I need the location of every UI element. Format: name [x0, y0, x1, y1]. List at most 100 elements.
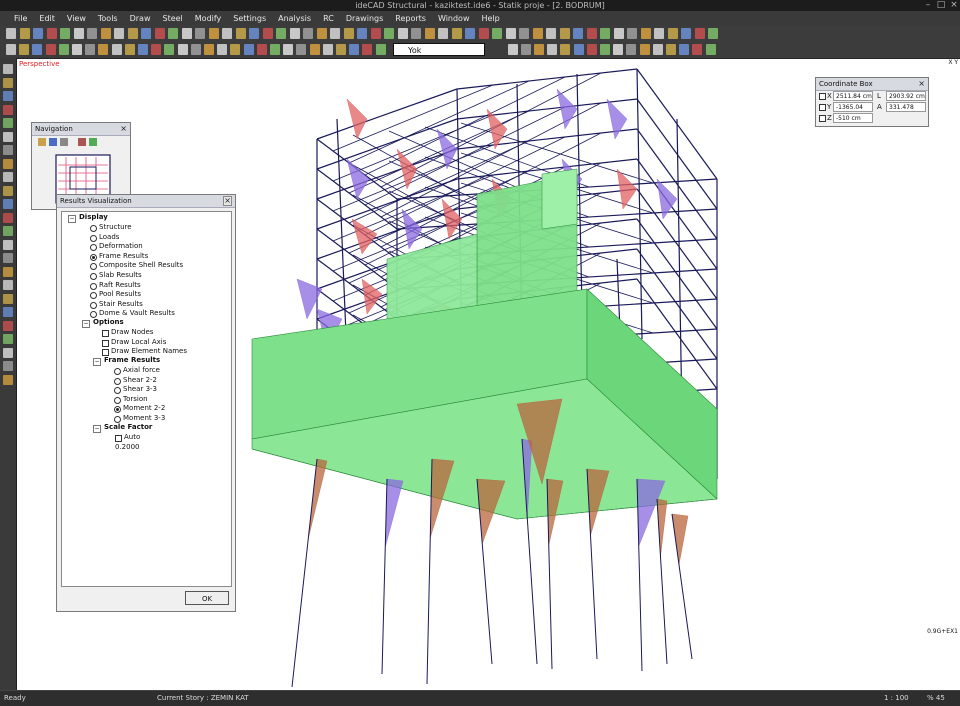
menu-reports[interactable]: Reports [389, 11, 432, 26]
toolbar-button[interactable] [505, 28, 516, 39]
toolbar-button[interactable] [181, 28, 192, 39]
toolbar-button[interactable] [627, 28, 637, 39]
toolbar-button[interactable] [626, 44, 637, 55]
left-tool-button[interactable] [3, 239, 13, 250]
toolbar-button[interactable] [438, 28, 448, 39]
left-tool-button[interactable] [3, 64, 13, 74]
toolbar-button[interactable] [547, 44, 558, 55]
toolbar-button[interactable] [451, 28, 462, 39]
toolbar-button[interactable] [87, 28, 97, 39]
toolbar-button[interactable] [190, 44, 201, 55]
toolbar-button[interactable] [573, 28, 583, 39]
frame-result-radio[interactable] [114, 396, 121, 404]
display-radio[interactable] [90, 301, 97, 309]
minimize-button[interactable]: – [922, 0, 934, 11]
toolbar-button[interactable] [168, 28, 178, 39]
menu-settings[interactable]: Settings [227, 11, 272, 26]
toolbar-button[interactable] [230, 44, 241, 55]
display-radio[interactable] [90, 273, 97, 280]
menu-file[interactable]: File [0, 11, 33, 26]
option-checkbox[interactable] [102, 349, 109, 357]
display-radio[interactable] [90, 282, 97, 290]
option-item[interactable]: Draw Nodes [111, 328, 153, 337]
menu-drawings[interactable]: Drawings [340, 11, 389, 26]
left-tool-button[interactable] [3, 145, 13, 155]
left-tool-button[interactable] [3, 212, 13, 223]
toolbar-button[interactable] [336, 44, 346, 55]
toolbar-button[interactable] [465, 28, 475, 39]
toolbar-button[interactable] [243, 44, 254, 55]
toolbar-button[interactable] [256, 44, 267, 55]
frame-result-item[interactable]: Moment 3-3 [123, 414, 165, 423]
option-item[interactable]: Draw Local Axis [111, 338, 166, 347]
frame-result-radio[interactable] [114, 416, 121, 423]
display-item[interactable]: Structure [99, 223, 132, 232]
option-checkbox[interactable] [102, 339, 109, 347]
menu-tools[interactable]: Tools [92, 11, 124, 26]
display-radio[interactable] [90, 244, 97, 252]
option-checkbox[interactable] [102, 330, 109, 337]
left-tool-button[interactable] [3, 77, 13, 88]
close-button[interactable]: × [948, 0, 960, 11]
menu-view[interactable]: View [61, 11, 92, 26]
display-item[interactable]: Deformation [99, 242, 143, 251]
pen-icon[interactable] [60, 138, 68, 146]
display-radio[interactable] [90, 225, 97, 232]
frame-result-radio[interactable] [114, 406, 121, 414]
display-item[interactable]: Raft Results [99, 281, 141, 290]
toolbar-button[interactable] [164, 44, 175, 55]
display-radio[interactable] [90, 292, 97, 300]
toolbar-button[interactable] [424, 28, 435, 39]
toolbar-button[interactable] [692, 44, 703, 55]
left-tool-button[interactable] [3, 280, 13, 290]
toolbar-button[interactable] [195, 28, 205, 39]
z-lock-checkbox[interactable] [819, 115, 826, 122]
toolbar-button[interactable] [60, 28, 70, 39]
left-tool-button[interactable] [3, 172, 13, 182]
toolbar-button[interactable] [141, 28, 151, 39]
toolbar-button[interactable] [33, 28, 43, 39]
toolbar-button[interactable] [520, 44, 531, 55]
open-icon[interactable] [38, 138, 46, 146]
home-icon[interactable] [78, 138, 86, 146]
toolbar-button[interactable] [124, 44, 135, 55]
a-field[interactable]: 331.478 [886, 102, 926, 112]
toolbar-button[interactable] [613, 44, 624, 55]
left-tool-button[interactable] [3, 293, 13, 304]
toolbar-button[interactable] [151, 44, 162, 55]
toolbar-button[interactable] [384, 28, 394, 39]
toolbar-button[interactable] [6, 28, 16, 39]
toolbar-button[interactable] [349, 44, 360, 55]
close-icon[interactable]: × [918, 78, 925, 90]
toolbar-button[interactable] [138, 44, 148, 55]
left-tool-button[interactable] [3, 185, 13, 196]
frame-result-item[interactable]: Shear 3-3 [123, 385, 157, 394]
toolbar-button[interactable] [679, 44, 690, 55]
toolbar-button[interactable] [222, 28, 232, 39]
toolbar-button[interactable] [289, 28, 300, 39]
menu-rc[interactable]: RC [317, 11, 340, 26]
save-icon[interactable] [49, 138, 57, 146]
toolbar-button[interactable] [114, 28, 124, 39]
toolbar-button[interactable] [19, 28, 30, 39]
toolbar-button[interactable] [357, 28, 367, 39]
display-radio[interactable] [90, 234, 97, 242]
menu-help[interactable]: Help [476, 11, 506, 26]
toolbar-button[interactable] [262, 28, 273, 39]
frame-result-item[interactable]: Moment 2-2 [123, 404, 165, 413]
toolbar-button[interactable] [32, 44, 43, 55]
y-field[interactable]: -1365.04 cm [833, 102, 873, 121]
frame-result-radio[interactable] [114, 368, 121, 375]
left-tool-button[interactable] [3, 131, 13, 142]
toolbar-button[interactable] [204, 44, 214, 55]
toolbar-button[interactable] [519, 28, 529, 39]
display-item[interactable]: Composite Shell Results [99, 261, 183, 270]
toolbar-button[interactable] [303, 28, 313, 39]
toolbar-button[interactable] [362, 44, 373, 55]
toolbar-button[interactable] [639, 44, 650, 55]
toolbar-button[interactable] [708, 28, 718, 39]
collapse-options-icon[interactable]: − [82, 320, 90, 328]
toolbar-button[interactable] [411, 28, 421, 39]
toolbar-button[interactable] [316, 28, 327, 39]
display-radio[interactable] [90, 253, 97, 261]
